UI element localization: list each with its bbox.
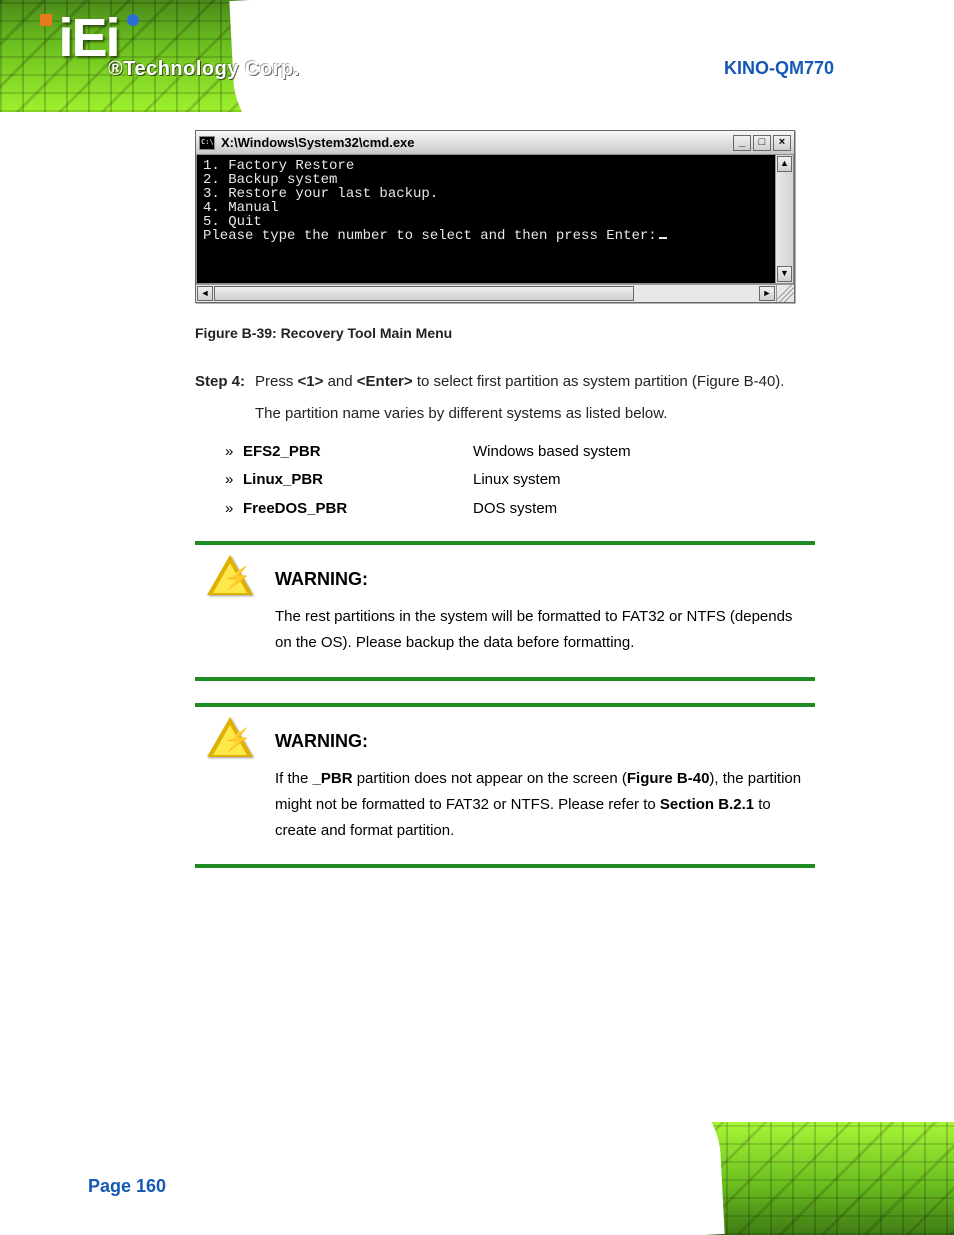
partition-name: FreeDOS_PBR	[243, 495, 473, 524]
bullet-icon: »	[225, 495, 243, 524]
list-item: » Linux_PBR Linux system	[225, 466, 815, 495]
figure-caption: Figure B-39: Recovery Tool Main Menu	[195, 325, 815, 341]
scroll-track[interactable]	[634, 285, 758, 302]
warning-text: If the _PBR partition does not appear on…	[275, 766, 805, 845]
bullet-icon: »	[225, 438, 243, 467]
warning-text: The rest partitions in the system will b…	[275, 604, 805, 657]
step4-text-tail: to select first partition as system part…	[413, 373, 785, 390]
divider	[195, 677, 815, 681]
warning-title: WARNING:	[275, 569, 805, 590]
scroll-left-icon[interactable]: ◄	[197, 286, 213, 301]
logo-text: iEi	[58, 8, 118, 68]
header-band: iEi ®Technology Corp. KINO-QM770	[0, 0, 954, 112]
scroll-track[interactable]	[776, 173, 793, 265]
warn2-fig-ref: Figure B-40	[627, 770, 710, 787]
footer-band: Page 160	[0, 1122, 954, 1235]
partition-list: » EFS2_PBR Windows based system » Linux_…	[225, 438, 815, 524]
warning-title: WARNING:	[275, 731, 805, 752]
cmd-output: 1. Factory Restore 2. Backup system 3. R…	[197, 155, 775, 283]
step-label: Step 4:	[195, 369, 245, 395]
warning-block: ⚡ WARNING: If the _PBR partition does no…	[195, 713, 815, 859]
step4-enter: <Enter>	[357, 373, 413, 390]
scroll-thumb[interactable]	[214, 286, 634, 301]
cursor-icon	[659, 237, 667, 239]
list-item: » FreeDOS_PBR DOS system	[225, 495, 815, 524]
divider	[195, 703, 815, 707]
minimize-button[interactable]: _	[733, 135, 751, 151]
cmd-titlebar[interactable]: X:\Windows\System32\cmd.exe _ □ ×	[196, 131, 794, 155]
partition-note: DOS system	[473, 495, 815, 524]
step4-text-lead: Press	[255, 373, 298, 390]
partition-name: EFS2_PBR	[243, 438, 473, 467]
warn2-prefix: If the	[275, 770, 313, 787]
cmd-prompt: Please type the number to select and the…	[203, 228, 657, 244]
logo-accent-square-icon	[40, 14, 52, 26]
product-name: KINO-QM770	[724, 58, 834, 79]
header-white-curve	[229, 0, 954, 112]
list-item: » EFS2_PBR Windows based system	[225, 438, 815, 467]
step4b-text: The partition name varies by different s…	[255, 401, 815, 427]
close-button[interactable]: ×	[773, 135, 791, 151]
warn2-mid: partition does not appear on the screen …	[353, 770, 627, 787]
cmd-system-icon	[199, 136, 215, 150]
bullet-icon: »	[225, 466, 243, 495]
divider	[195, 541, 815, 545]
page-number: Page 160	[88, 1176, 166, 1197]
logo-accent-dot-icon	[127, 14, 139, 26]
page-content: X:\Windows\System32\cmd.exe _ □ × 1. Fac…	[195, 130, 815, 874]
company-logo: iEi	[40, 14, 139, 63]
scroll-right-icon[interactable]: ►	[759, 286, 775, 301]
step4-key: <1>	[298, 373, 324, 390]
cmd-title-text: X:\Windows\System32\cmd.exe	[221, 135, 415, 150]
step-4: Step 4: Press <1> and <Enter> to select …	[195, 369, 815, 523]
cmd-window: X:\Windows\System32\cmd.exe _ □ × 1. Fac…	[195, 130, 795, 303]
partition-note: Linux system	[473, 466, 815, 495]
warning-icon: ⚡	[207, 555, 253, 595]
partition-name: Linux_PBR	[243, 466, 473, 495]
scroll-down-icon[interactable]: ▼	[777, 266, 792, 282]
warn2-pbr: _PBR	[313, 770, 353, 787]
warn2-section-ref: Section B.2.1	[660, 796, 754, 813]
maximize-button[interactable]: □	[753, 135, 771, 151]
warning-block: ⚡ WARNING: The rest partitions in the sy…	[195, 551, 815, 671]
resize-grip-icon[interactable]	[776, 285, 794, 302]
step4-text-mid: and	[323, 373, 356, 390]
warning-icon: ⚡	[207, 717, 253, 757]
scroll-up-icon[interactable]: ▲	[777, 156, 792, 172]
divider	[195, 864, 815, 868]
vertical-scrollbar[interactable]: ▲ ▼	[775, 155, 793, 283]
horizontal-scrollbar[interactable]: ◄ ►	[196, 284, 794, 302]
partition-note: Windows based system	[473, 438, 815, 467]
